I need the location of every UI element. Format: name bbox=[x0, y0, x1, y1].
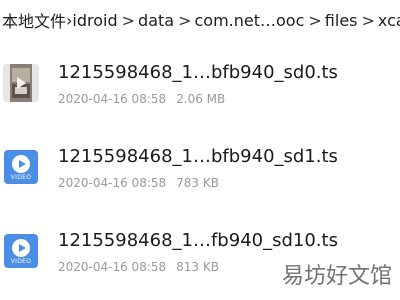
file-date: 2020-04-16 08:58 bbox=[58, 92, 167, 106]
file-meta: 2020-04-16 08:58 783 KB bbox=[58, 176, 219, 190]
file-name: 1215598468_1…bfb940_sd0.ts bbox=[58, 62, 338, 83]
breadcrumb-separator: > bbox=[361, 10, 375, 30]
file-browser: 本地文件 ›idroid > data > com.net…ooc > file… bbox=[0, 0, 400, 300]
breadcrumb-separator: > bbox=[121, 10, 136, 30]
breadcrumb-item-files[interactable]: files bbox=[325, 11, 358, 30]
file-size: 813 KB bbox=[176, 260, 219, 274]
breadcrumb-item-package[interactable]: com.net…ooc bbox=[195, 11, 305, 30]
play-icon bbox=[12, 239, 30, 257]
file-date: 2020-04-16 08:58 bbox=[58, 260, 167, 274]
file-name: 1215598468_1…bfb940_sd1.ts bbox=[58, 146, 338, 167]
breadcrumb-item-local-files[interactable]: 本地文件 bbox=[2, 8, 66, 32]
breadcrumb-item-xcache[interactable]: xcache bbox=[378, 11, 400, 30]
breadcrumb-item-data[interactable]: data bbox=[138, 11, 174, 30]
file-row[interactable]: 1215598468_1…bfb940_sd0.ts 2020-04-16 08… bbox=[0, 48, 400, 132]
video-icon-label: VIDEO bbox=[10, 258, 32, 265]
breadcrumb-separator: > bbox=[178, 10, 192, 30]
file-size: 783 KB bbox=[176, 176, 219, 190]
video-icon-label: VIDEO bbox=[10, 174, 32, 181]
video-file-icon: VIDEO bbox=[4, 150, 38, 184]
video-thumbnail-icon bbox=[3, 64, 39, 102]
breadcrumb-item-android[interactable]: ›idroid bbox=[66, 11, 118, 30]
breadcrumb-separator: > bbox=[308, 10, 322, 30]
watermark-text: 易坊好文馆 bbox=[281, 264, 392, 289]
file-meta: 2020-04-16 08:58 813 KB bbox=[58, 260, 219, 274]
file-row[interactable]: VIDEO 1215598468_1…bfb940_sd1.ts 2020-04… bbox=[0, 132, 400, 216]
file-size: 2.06 MB bbox=[176, 92, 226, 106]
file-date: 2020-04-16 08:58 bbox=[58, 176, 167, 190]
file-meta: 2020-04-16 08:58 2.06 MB bbox=[58, 92, 225, 106]
video-file-icon: VIDEO bbox=[4, 234, 38, 268]
file-name: 1215598468_1…fb940_sd10.ts bbox=[58, 230, 338, 251]
play-icon bbox=[12, 155, 30, 173]
breadcrumb: 本地文件 ›idroid > data > com.net…ooc > file… bbox=[0, 0, 400, 40]
